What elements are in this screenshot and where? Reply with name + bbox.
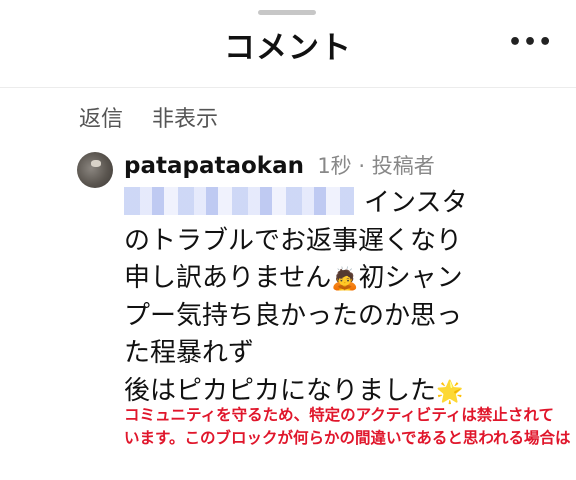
comment-text: 初シャン bbox=[358, 263, 463, 293]
comment-line: のトラブルでお返事遅くなり bbox=[124, 223, 564, 261]
comment-text: プー気持ち良かったのか思っ bbox=[124, 300, 463, 331]
comment-body: インスタ のトラブルでお返事遅くなり 申し訳ありません🙇初シャン プー気持ち良か… bbox=[124, 185, 564, 410]
comment-actions: 返信 非表示 bbox=[79, 101, 240, 133]
divider bbox=[0, 87, 576, 88]
comment-line: 申し訳ありません🙇初シャン bbox=[124, 260, 564, 298]
comments-sheet: コメント ••• 返信 非表示 patapataokan 1秒 · 投稿者 イン… bbox=[0, 0, 576, 480]
drag-handle[interactable] bbox=[258, 10, 316, 15]
comment-text: 申し訳ありません bbox=[124, 263, 332, 293]
comment-line: プー気持ち良かったのか思っ bbox=[124, 298, 564, 336]
warning-line: います。このブロックが何らかの間違いであると思われる場合は bbox=[124, 429, 571, 447]
warning-line: コミュニティを守るため、特定のアクティビティは禁止されて bbox=[124, 406, 554, 424]
username[interactable]: patapataokan bbox=[124, 153, 304, 179]
page-title: コメント bbox=[224, 30, 352, 66]
blurred-mention bbox=[124, 187, 354, 215]
bowing-emoji-icon: 🙇 bbox=[331, 267, 359, 292]
comment-text: のトラブルでお返事遅くなり bbox=[124, 225, 463, 256]
comment-text: インスタ bbox=[364, 188, 468, 218]
comment-text: 後はピカピカになりました bbox=[124, 375, 437, 406]
avatar[interactable] bbox=[77, 152, 113, 188]
restriction-warning: コミュニティを守るため、特定のアクティビティは禁止されて います。このブロックが… bbox=[124, 404, 576, 450]
comment-meta: 1秒 · 投稿者 bbox=[317, 154, 435, 178]
comment-header: patapataokan 1秒 · 投稿者 bbox=[124, 150, 435, 180]
more-options-icon[interactable]: ••• bbox=[508, 30, 553, 55]
comment-line: た程暴れず bbox=[124, 335, 564, 373]
comment-text: た程暴れず bbox=[124, 338, 255, 368]
comment-line: インスタ bbox=[124, 185, 564, 223]
reply-button[interactable]: 返信 bbox=[79, 107, 123, 132]
hide-button[interactable]: 非表示 bbox=[152, 107, 218, 132]
